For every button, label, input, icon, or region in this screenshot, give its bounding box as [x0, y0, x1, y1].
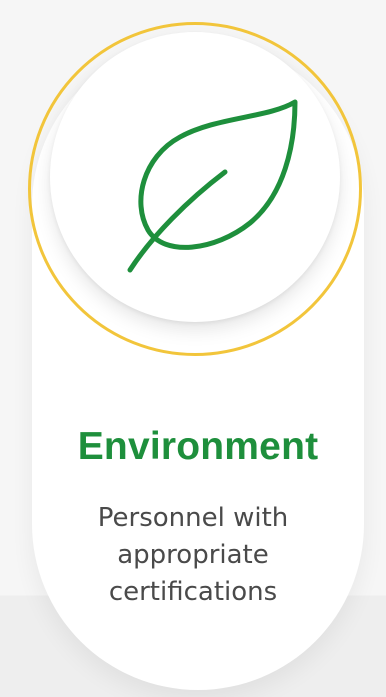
- card-description: Personnel with appropriate certification…: [97, 503, 289, 607]
- slide-canvas: Environment Personnel with appropriate c…: [0, 0, 386, 697]
- leaf-icon: [118, 94, 308, 284]
- card-title: Environment: [77, 425, 319, 468]
